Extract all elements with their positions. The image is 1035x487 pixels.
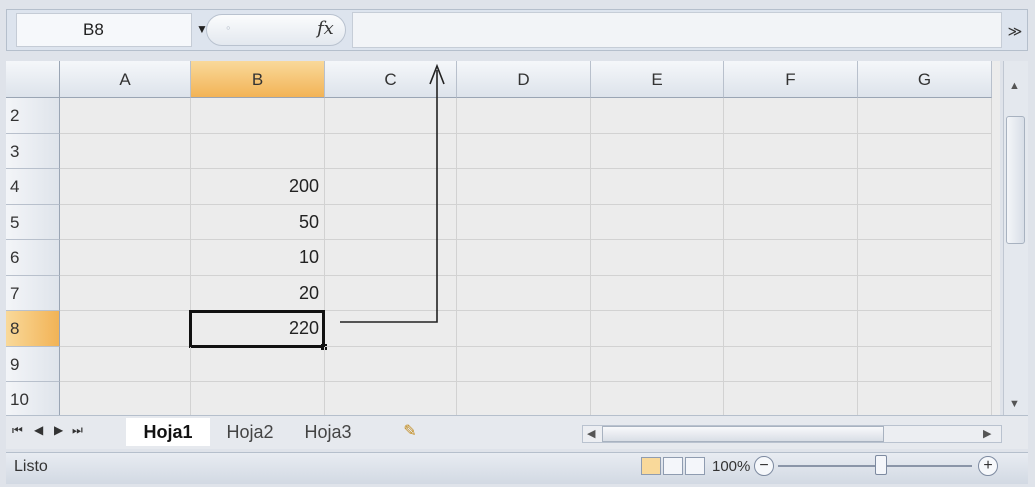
prev-sheet-icon[interactable]: ◀ xyxy=(34,423,43,437)
zoom-out-button[interactable]: − xyxy=(754,456,774,476)
insert-sheet-icon[interactable]: ✎ xyxy=(392,418,428,446)
scroll-right-icon[interactable]: ▶ xyxy=(983,427,991,440)
sheet-tab-hoja3[interactable]: Hoja3 xyxy=(292,418,364,446)
sheet-tab-hoja1[interactable]: Hoja1 xyxy=(126,418,210,446)
zoom-slider-thumb[interactable] xyxy=(875,455,887,475)
status-text: Listo xyxy=(14,458,48,475)
first-sheet-icon[interactable]: ⏮ xyxy=(12,423,23,438)
last-sheet-icon[interactable]: ⏭ xyxy=(72,423,83,438)
reference-arrow xyxy=(340,63,445,323)
scroll-left-icon[interactable]: ◀ xyxy=(587,427,595,440)
next-sheet-icon[interactable]: ▶ xyxy=(54,423,63,437)
sheet-tab-hoja2[interactable]: Hoja2 xyxy=(214,418,286,446)
zoom-in-button[interactable]: + xyxy=(978,456,998,476)
horizontal-scroll-thumb[interactable] xyxy=(602,426,884,442)
page-layout-view-button[interactable] xyxy=(663,457,683,475)
zoom-level[interactable]: 100% xyxy=(712,458,750,475)
page-break-view-button[interactable] xyxy=(685,457,705,475)
normal-view-button[interactable] xyxy=(641,457,661,475)
